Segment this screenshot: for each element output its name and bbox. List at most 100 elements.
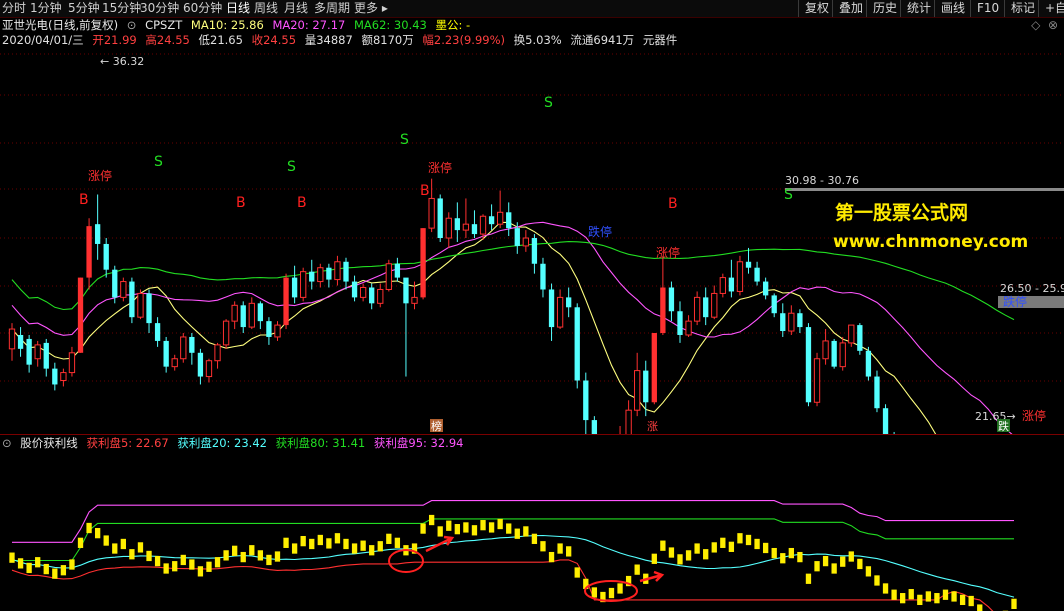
toolbar-button-3[interactable]: 统计 [900, 0, 931, 17]
indicator-p95: 获利盘95: 32.94 [373, 436, 464, 450]
price-bar-79 [685, 550, 692, 561]
price-bar-88 [762, 542, 769, 554]
candle-body-88 [762, 281, 769, 296]
period-tab-0[interactable]: 分时 [2, 0, 26, 17]
formula-dropdown-icon[interactable]: ⊙ [127, 18, 137, 32]
indicator-title[interactable]: 股价获利线 [20, 436, 78, 450]
formula-name[interactable]: CPSZT [145, 18, 182, 32]
price-bar-36 [317, 534, 323, 546]
price-bar-108 [934, 593, 940, 604]
period-tab-8[interactable]: 月线 [284, 0, 308, 17]
price-bar-92 [797, 551, 803, 563]
price-bar-43 [377, 541, 383, 552]
candle-body-32 [283, 277, 289, 326]
price-bar-12 [112, 543, 118, 554]
limit-down-label-0: 跌停 [588, 224, 612, 239]
candle-body-96 [831, 340, 837, 367]
price-bar-100 [865, 566, 872, 577]
close-icon[interactable]: ⊗ [1048, 18, 1058, 32]
price-bar-22 [197, 566, 204, 577]
candle-body-84 [728, 277, 735, 292]
indicator-p5: 获利盘5: 22.67 [86, 436, 169, 450]
diamond-icon[interactable]: ◇ [1031, 18, 1040, 32]
candle-body-67 [583, 380, 589, 421]
candle-body-0 [8, 328, 16, 350]
candle-body-99 [857, 325, 863, 351]
price-bar-71 [617, 583, 623, 594]
right-price-label: 26.50 - 25.9 [1000, 282, 1064, 295]
candle-body-41 [359, 286, 367, 298]
candle-body-37 [326, 267, 332, 280]
candle-body-56 [488, 216, 495, 225]
candle-body-95 [822, 340, 829, 360]
price-bar-44 [386, 533, 392, 544]
candle-body-82 [711, 292, 718, 318]
limit-up-label-0: 涨停 [88, 168, 112, 183]
price-bar-105 [908, 589, 914, 600]
candle-body-4 [43, 342, 49, 369]
toolbar-button-4[interactable]: 画线 [934, 0, 965, 17]
period-tab-9[interactable]: 多周期 [314, 0, 350, 17]
toolbar-button-5[interactable]: F10 [970, 0, 999, 17]
candle-body-61 [531, 238, 538, 264]
candle-body-50 [437, 198, 443, 239]
toolbar-button-7[interactable]: +自 [1038, 0, 1064, 17]
candle-body-77 [668, 287, 675, 312]
profit-line-chart[interactable] [0, 451, 1064, 611]
period-tab-10[interactable]: 更多 ▸ [354, 0, 388, 17]
price-bar-84 [728, 541, 735, 552]
candle-body-68 [591, 420, 598, 434]
period-tab-7[interactable]: 周线 [254, 0, 278, 17]
price-bar-82 [711, 542, 717, 553]
toolbar-button-1[interactable]: 叠加 [832, 0, 863, 17]
price-bar-77 [668, 547, 675, 558]
price-bar-86 [745, 534, 752, 546]
candle-body-40 [351, 281, 358, 298]
toolbar-button-2[interactable]: 历史 [866, 0, 897, 17]
indicator-settings-icon[interactable]: ⊙ [2, 436, 12, 450]
price-bar-53 [463, 522, 469, 533]
price-bar-4 [43, 563, 49, 575]
watermark-url: www.chnmoney.com [833, 232, 1029, 252]
price-bar-41 [360, 540, 366, 551]
zhang-tag: 涨 [647, 420, 658, 433]
candle-body-18 [163, 340, 169, 367]
period-tab-2[interactable]: 5分钟 [68, 0, 100, 17]
period-tab-6[interactable]: 日线 [226, 0, 250, 17]
price-bar-3 [35, 557, 41, 568]
ma20-line [11, 221, 1013, 434]
high-price-label: ← 36.32 [100, 55, 144, 68]
price-bar-14 [129, 549, 135, 560]
candle-body-58 [506, 212, 512, 229]
price-bar-78 [677, 554, 683, 565]
sell-mark-0: S [154, 154, 163, 170]
price-bar-97 [840, 556, 846, 567]
price-bar-70 [608, 587, 615, 599]
period-tab-4[interactable]: 30分钟 [140, 0, 179, 17]
price-bar-21 [189, 559, 195, 570]
toolbar-button-6[interactable]: 标记 [1004, 0, 1035, 17]
price-bar-73 [634, 564, 640, 575]
price-bar-7 [69, 559, 75, 570]
price-bar-56 [488, 522, 495, 533]
candle-body-30 [266, 321, 272, 337]
price-bar-55 [480, 520, 486, 531]
candle-body-7 [68, 352, 76, 374]
price-bar-59 [514, 528, 520, 539]
toolbar-button-0[interactable]: 复权 [798, 0, 829, 17]
extra-value: 墨公: - [435, 18, 471, 32]
sell-mark-3: S [544, 95, 553, 111]
price-bar-106 [917, 594, 923, 606]
period-tab-1[interactable]: 1分钟 [30, 0, 62, 17]
candle-body-34 [300, 271, 307, 298]
candle-body-64 [556, 296, 564, 328]
period-tab-3[interactable]: 15分钟 [102, 0, 141, 17]
candle-body-97 [839, 342, 846, 368]
period-tab-5[interactable]: 60分钟 [183, 0, 222, 17]
price-bar-37 [326, 538, 332, 549]
stock-title[interactable]: 亚世光电(日线,前复权) [2, 18, 118, 32]
price-bar-30 [266, 554, 272, 566]
price-bar-95 [822, 555, 829, 567]
price-bar-11 [103, 535, 109, 546]
price-bar-76 [660, 540, 666, 551]
